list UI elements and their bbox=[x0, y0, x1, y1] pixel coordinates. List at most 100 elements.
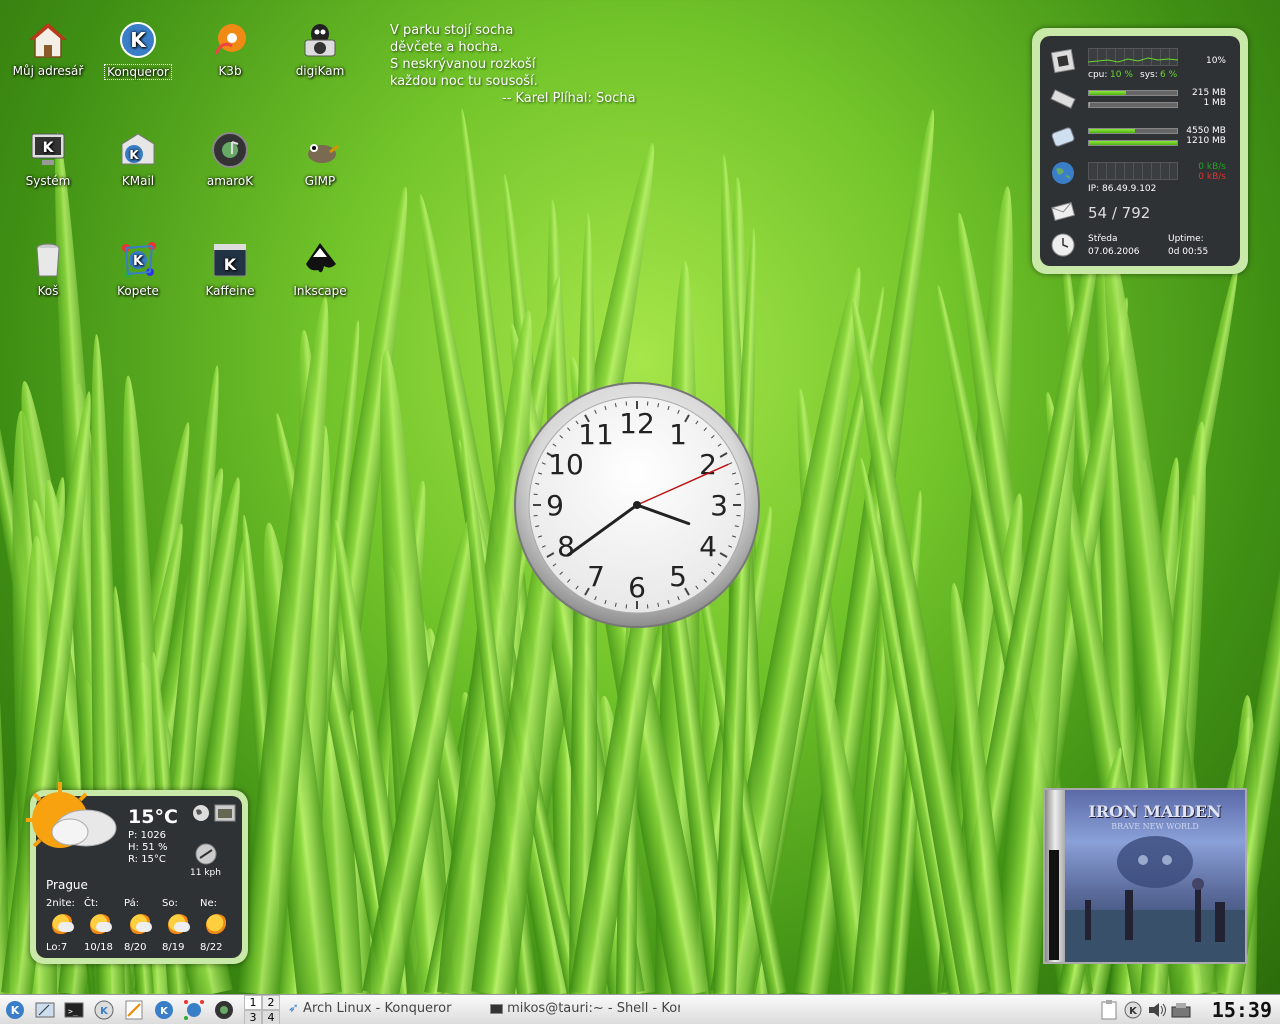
clock-face: 12 1234567891011 bbox=[514, 382, 760, 628]
desktop-2-button[interactable]: 2 bbox=[262, 995, 280, 1010]
kmail-icon: K bbox=[121, 133, 155, 165]
partly-cloudy-icon bbox=[52, 914, 74, 936]
desktop-icon-label: Systém bbox=[25, 174, 71, 188]
globe-icon[interactable] bbox=[192, 804, 210, 822]
show-desktop-icon[interactable] bbox=[34, 999, 56, 1021]
desktop-icon-kmail[interactable]: K KMail bbox=[96, 130, 180, 188]
task-shell[interactable]: mikos@tauri:~ - Shell - Kor bbox=[490, 1001, 680, 1016]
k3b-icon bbox=[214, 24, 246, 55]
kde-menu-icon[interactable]: K bbox=[4, 999, 26, 1021]
desktop-3-button[interactable]: 3 bbox=[244, 1010, 262, 1024]
desktop-icon-digikam[interactable]: digiKam bbox=[278, 20, 362, 78]
humidity: H: 51 % bbox=[128, 842, 168, 853]
forecast-temperature: 8/19 bbox=[162, 942, 185, 953]
clock-number: 5 bbox=[669, 560, 687, 593]
home-folder-icon bbox=[29, 22, 67, 58]
clipboard-icon[interactable] bbox=[1098, 999, 1120, 1021]
desktop-icon-label: Můj adresář bbox=[12, 64, 84, 78]
desktop-icon-kopete[interactable]: K Kopete bbox=[96, 240, 180, 298]
virtual-desktop-pager: 1 2 3 4 bbox=[244, 995, 280, 1024]
desktop-icon-label: KMail bbox=[121, 174, 155, 188]
kopete-icon: K bbox=[122, 242, 156, 278]
weather-widget[interactable]: 15°C P: 1026 H: 51 % R: 15°C 11 kph Prag… bbox=[26, 782, 248, 964]
desktop-icon-system[interactable]: K Systém bbox=[6, 130, 90, 188]
konqueror-icon: K bbox=[120, 22, 156, 58]
disk2-used: 1210 MB bbox=[1186, 136, 1226, 146]
wind-speed: 11 kph bbox=[190, 868, 221, 878]
mail-count: 54 / 792 bbox=[1088, 204, 1151, 222]
digikam-icon bbox=[304, 24, 336, 57]
analog-clock-widget[interactable]: 12 1 2 3 4 5 6 7 8 9 10 11 bbox=[512, 380, 762, 630]
forecast-temperature: 8/20 bbox=[124, 942, 147, 953]
desktop-icon-label: amaroK bbox=[206, 174, 254, 188]
amarok-icon bbox=[212, 132, 248, 168]
poem-line: každou noc tu sousoší. bbox=[390, 74, 538, 89]
clock-number: 3 bbox=[710, 489, 728, 522]
forecast-day: Čt: bbox=[84, 898, 99, 909]
forecast-day: Pá: bbox=[124, 898, 140, 909]
amarok-launcher-icon[interactable] bbox=[213, 999, 235, 1021]
desktop-icon-inkscape[interactable]: Inkscape bbox=[278, 240, 362, 298]
cpu-value: 10 % bbox=[1110, 70, 1133, 80]
desktop-icon-label: Kaffeine bbox=[205, 284, 255, 298]
konqueror-launcher-icon[interactable]: K bbox=[153, 999, 175, 1021]
network-tray-icon[interactable] bbox=[1170, 999, 1192, 1021]
swap-bar bbox=[1088, 102, 1178, 108]
desktop-icon-gimp[interactable]: GIMP bbox=[278, 130, 362, 188]
memory-used: 215 MB bbox=[1192, 88, 1226, 98]
shell-task-icon bbox=[490, 1003, 503, 1014]
forecast-temperature: 8/22 bbox=[200, 942, 223, 953]
desktop-1-button[interactable]: 1 bbox=[244, 995, 262, 1010]
wind-icon bbox=[195, 843, 217, 865]
kopete-launcher-icon[interactable] bbox=[183, 999, 205, 1021]
desktop-icon-label: Kopete bbox=[117, 284, 159, 298]
desktop-icon-label: GIMP bbox=[304, 174, 336, 188]
desktop-poem: V parku stojí socha děvčete a hocha. S n… bbox=[390, 22, 636, 107]
svg-text:K: K bbox=[130, 28, 147, 52]
task-label: Arch Linux - Konqueror bbox=[303, 1001, 452, 1016]
svg-text:K: K bbox=[100, 1006, 109, 1017]
cpu-graph bbox=[1088, 57, 1178, 63]
desktop-icon-home[interactable]: Můj adresář bbox=[6, 20, 90, 78]
desktop-icon-konqueror[interactable]: K Konqueror bbox=[96, 20, 180, 80]
cpu-label: cpu: bbox=[1088, 70, 1108, 80]
net-down: 0 kB/s bbox=[1198, 162, 1226, 172]
taskbar-clock[interactable]: 15:39 bbox=[1212, 998, 1272, 1022]
real-feel: R: 15°C bbox=[128, 854, 166, 865]
desktop-icon-k3b[interactable]: K3b bbox=[188, 20, 272, 78]
task-label: mikos@tauri:~ - Shell - Kor bbox=[507, 1001, 680, 1016]
sunny-icon bbox=[206, 914, 228, 936]
album-artwork-graphic bbox=[1065, 836, 1245, 962]
desktop-icon-amarok[interactable]: amaroK bbox=[188, 130, 272, 188]
svg-text:K: K bbox=[129, 148, 139, 162]
forecast-temperature: Lo:7 bbox=[46, 942, 68, 953]
partly-cloudy-icon bbox=[90, 914, 112, 936]
desktop-icon-trash[interactable]: Koš bbox=[6, 240, 90, 298]
terminal-icon[interactable]: >_ bbox=[63, 999, 85, 1021]
desktop-icon-label: Inkscape bbox=[293, 284, 347, 298]
network-globe-icon bbox=[1052, 162, 1074, 184]
album-cover-widget[interactable]: IRON MAIDEN BRAVE NEW WORLD bbox=[1043, 788, 1247, 964]
uptime-label: Uptime: bbox=[1168, 234, 1204, 244]
desktop-4-button[interactable]: 4 bbox=[262, 1010, 280, 1024]
map-icon[interactable] bbox=[214, 804, 236, 822]
text-editor-icon[interactable] bbox=[123, 999, 145, 1021]
system-monitor-widget[interactable]: 10% cpu: 10 % sys: 6 % 215 MB 1 MB 4550 … bbox=[1032, 28, 1248, 274]
kde-wallet-icon[interactable]: K bbox=[1122, 999, 1144, 1021]
date: 07.06.2006 bbox=[1088, 247, 1140, 257]
city-name: Prague bbox=[46, 878, 88, 892]
kde-control-icon[interactable]: K bbox=[93, 999, 115, 1021]
task-konqueror[interactable]: ➶ Arch Linux - Konqueror bbox=[288, 1001, 451, 1016]
clock-number: 6 bbox=[628, 571, 646, 604]
clock-icon bbox=[1051, 233, 1075, 257]
disk-icon bbox=[1051, 127, 1075, 147]
poem-line: děvčete a hocha. bbox=[390, 40, 503, 55]
desktop-icon-label: K3b bbox=[218, 64, 242, 78]
desktop-icon-kaffeine[interactable]: K Kaffeine bbox=[188, 240, 272, 298]
volume-icon[interactable] bbox=[1146, 999, 1168, 1021]
inkscape-icon bbox=[306, 243, 336, 273]
album-art: IRON MAIDEN BRAVE NEW WORLD bbox=[1065, 790, 1245, 962]
clock-number: 9 bbox=[546, 489, 564, 522]
pressure: P: 1026 bbox=[128, 830, 167, 841]
clock-number: 7 bbox=[587, 560, 605, 593]
